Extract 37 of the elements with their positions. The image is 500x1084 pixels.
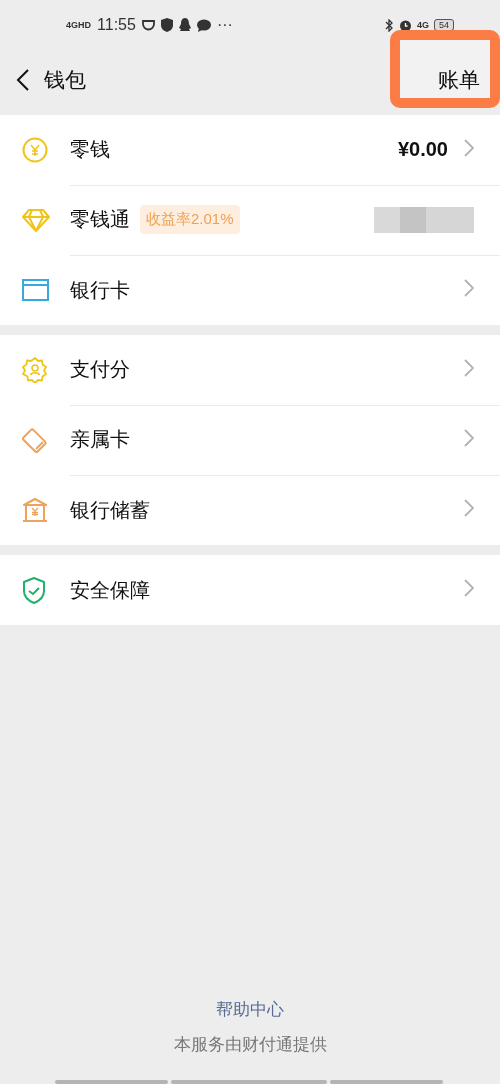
yuan-coin-icon [22, 137, 48, 163]
list-item[interactable]: 银行卡 [70, 255, 500, 325]
badge-icon [22, 357, 48, 383]
list-item[interactable]: 零钱 ¥0.00 [70, 114, 500, 186]
list-item[interactable]: 银行储蓄 [70, 475, 500, 545]
clock: 11:55 [97, 16, 136, 34]
bank-icon [22, 497, 48, 523]
battery-indicator: 54 [434, 19, 454, 31]
item-label: 零钱通 [70, 207, 130, 232]
card-icon [22, 279, 49, 301]
item-label: 安全保障 [70, 577, 150, 603]
list-item[interactable]: 零钱通 收益率2.01% [70, 184, 500, 256]
bill-button[interactable]: 账单 [438, 62, 480, 98]
balance-amount: ¥0.00 [397, 138, 448, 161]
item-label: 银行卡 [70, 277, 130, 303]
list-item[interactable]: 亲属卡 [70, 404, 500, 476]
diamond-icon [22, 207, 50, 233]
penguin-icon [178, 18, 191, 32]
item-label: 银行储蓄 [70, 497, 150, 523]
alarm-clock-icon [398, 18, 412, 32]
network-indicator: 4GHD [66, 20, 91, 30]
network-indicator: 4G [416, 20, 429, 30]
cup-icon [141, 19, 155, 31]
item-label: 支付分 [70, 357, 130, 382]
chat-bubble-icon [196, 18, 211, 32]
item-label: 亲属卡 [70, 427, 130, 452]
item-label: 零钱 [70, 137, 110, 162]
tilted-card-icon [22, 427, 48, 453]
help-center-link[interactable]: 帮助中心 [216, 998, 284, 1021]
more-notifications: ··· [216, 16, 233, 34]
provider-note: 本服务由财付通提供 [173, 1034, 327, 1056]
shield-check-icon [22, 576, 46, 604]
bluetooth-icon [384, 18, 394, 32]
page-title: 钱包 [44, 67, 86, 93]
shield-icon [160, 18, 173, 32]
list-item[interactable]: 支付分 [70, 334, 500, 406]
yield-badge: 收益率2.01% [140, 205, 240, 234]
